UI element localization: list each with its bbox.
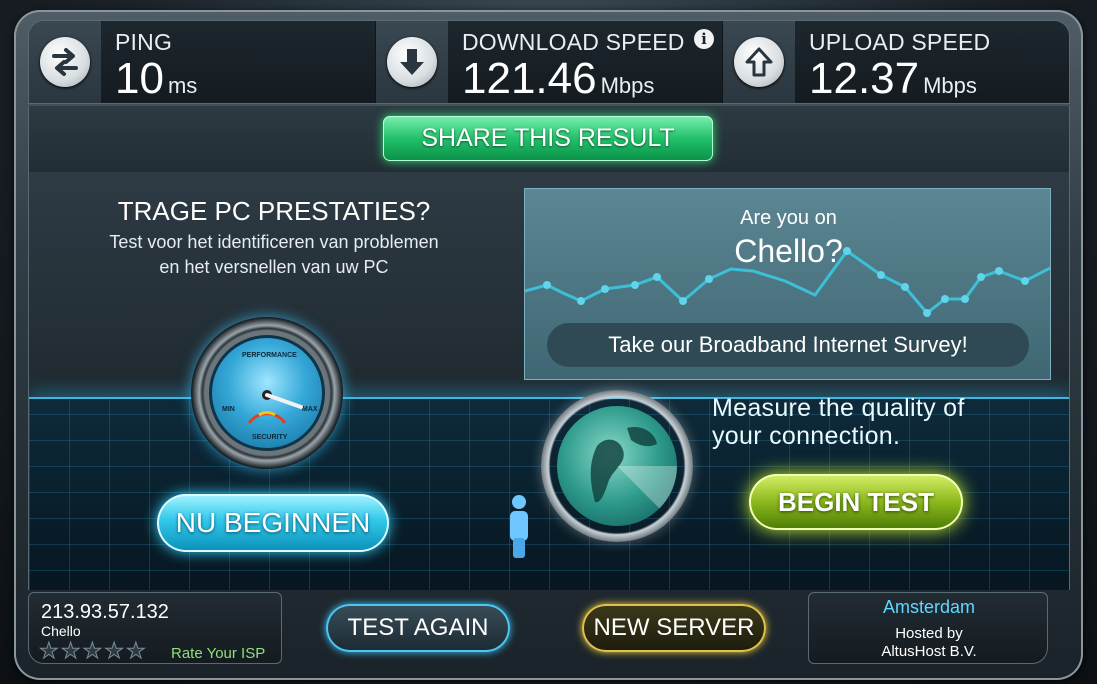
test-again-button[interactable]: TEST AGAIN [326,604,510,652]
arrow-up-icon [734,37,784,87]
star-icon[interactable]: ★ [39,639,60,662]
gauge-needle-icon [247,390,303,424]
globe-icon [541,390,693,542]
promo-subtitle: Test voor het identificeren van probleme… [29,230,519,280]
download-reading: 121.46 Mbps [462,56,722,102]
survey-isp: Chello? [734,233,843,269]
upload-icon-cell [723,21,795,103]
server-host: AltusHost B.V. [881,643,977,660]
download-value: 121.46 [462,54,597,103]
server-info-box: Amsterdam Hosted by AltusHost B.V. [808,592,1048,664]
main-panel: TRAGE PC PRESTATIES? Test voor het ident… [28,172,1070,590]
upload-metric: UPLOAD SPEED 12.37 Mbps [723,21,1069,103]
server-city: Amsterdam [882,597,976,617]
survey-panel: Are you on Chello? Take our Broadband In… [524,188,1051,380]
upload-unit: Mbps [923,73,977,98]
ip-address: 213.93.57.132 [41,601,169,623]
measure-line2: your connection. [712,422,901,450]
isp-name: Chello [41,623,81,639]
bottom-bar: 213.93.57.132 Chello ★ ★ ★ ★ ★ Rate Your… [28,590,1070,668]
new-server-button[interactable]: NEW SERVER [582,604,766,652]
begin-test-button[interactable]: BEGIN TEST [749,474,963,530]
ping-unit: ms [167,73,198,98]
share-result-button[interactable]: SHARE THIS RESULT [383,116,713,161]
gauge-face: PERFORMANCE MIN MAX SECURITY [209,335,325,451]
ping-icon-cell [29,21,101,103]
ping-value: 10 [115,54,164,103]
ping-reading: 10 ms [115,56,375,102]
swap-arrows-icon [40,37,90,87]
isp-rating-stars[interactable]: ★ ★ ★ ★ ★ [39,639,147,662]
arrow-down-icon [387,37,437,87]
performance-gauge-icon: PERFORMANCE MIN MAX SECURITY [191,317,343,469]
metrics-bar: PING 10ms DOWNLOAD SPEED 121.46Mbps i [28,20,1070,104]
survey-question: Are you on [740,207,837,229]
ping-metric: PING 10 ms [29,21,376,103]
star-icon[interactable]: ★ [60,639,81,662]
upload-label: UPLOAD SPEED [809,29,991,55]
star-icon[interactable]: ★ [82,639,103,662]
ping-text: PING 10 ms [101,21,375,103]
hosted-by-label: Hosted by [895,625,963,642]
promo-subtitle-line2: en het versnellen van uw PC [159,257,389,277]
promo-title: TRAGE PC PRESTATIES? [117,196,431,226]
measure-line1: Measure the quality of [712,394,965,422]
upload-value: 12.37 [809,54,920,103]
rate-isp-link[interactable]: Rate Your ISP [171,645,265,662]
measure-text: Measure the quality of your connection. [712,394,965,450]
nu-beginnen-button[interactable]: NU BEGINNEN [157,494,389,552]
download-unit: Mbps [600,73,655,98]
globe-face [557,406,677,526]
survey-button[interactable]: Take our Broadband Internet Survey! [547,323,1029,367]
download-label: DOWNLOAD SPEED [462,29,685,55]
upload-text: UPLOAD SPEED 12.37 Mbps [795,21,1069,103]
ping-label: PING [115,29,173,55]
download-icon-cell [376,21,448,103]
globe-continents-icon [590,426,677,526]
upload-reading: 12.37 Mbps [809,56,1069,102]
promo-subtitle-line1: Test voor het identificeren van probleme… [109,232,439,252]
star-icon[interactable]: ★ [104,639,125,662]
download-text: DOWNLOAD SPEED 121.46 Mbps i [448,21,722,103]
info-icon[interactable]: i [694,29,714,49]
person-icon [510,495,528,558]
share-strip: SHARE THIS RESULT [28,106,1070,172]
isp-info-box: 213.93.57.132 Chello ★ ★ ★ ★ ★ Rate Your… [28,592,282,664]
download-metric: DOWNLOAD SPEED 121.46 Mbps i [376,21,723,103]
star-icon[interactable]: ★ [125,639,146,662]
